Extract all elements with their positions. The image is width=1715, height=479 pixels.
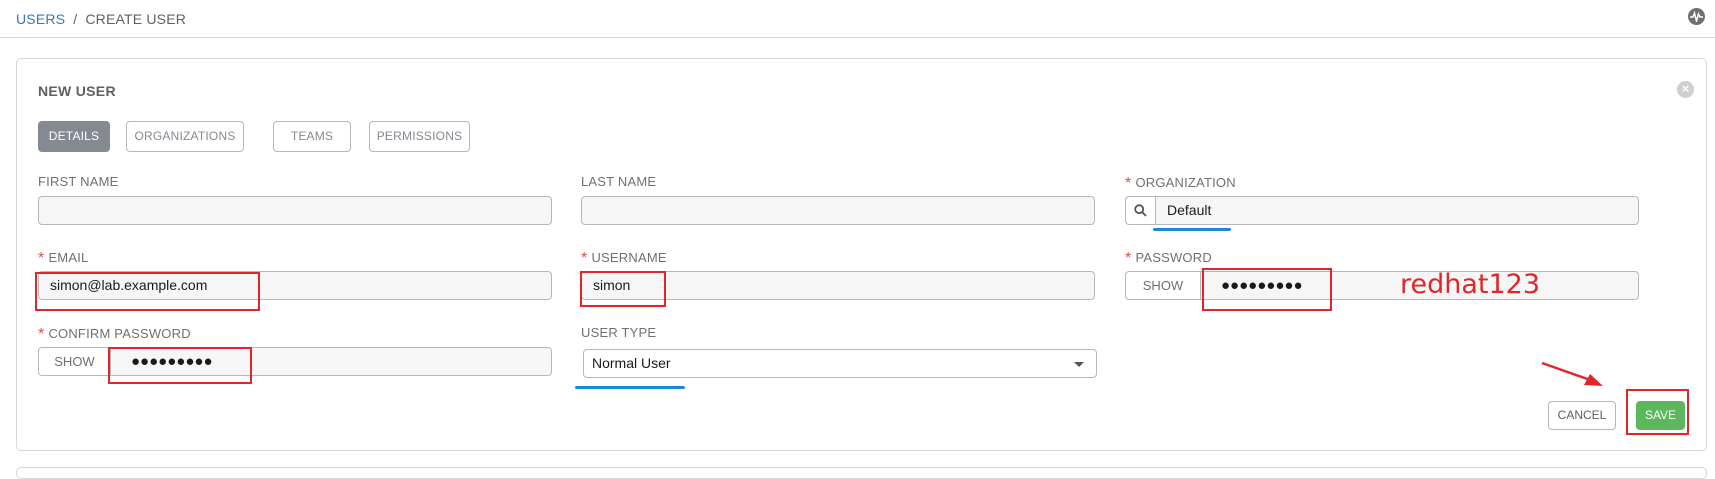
username-highlight-box — [580, 271, 666, 307]
organization-label: * ORGANIZATION — [1125, 174, 1236, 192]
confirm-password-highlight-box — [108, 347, 252, 384]
cancel-button[interactable]: CANCEL — [1548, 401, 1616, 430]
organization-lookup-button[interactable] — [1125, 196, 1155, 225]
email-label-text: EMAIL — [48, 250, 89, 265]
required-marker: * — [1125, 175, 1132, 192]
user-type-select[interactable]: Normal User — [583, 349, 1097, 378]
new-user-panel: NEW USER × DETAILS ORGANIZATIONS TEAMS P… — [16, 58, 1707, 451]
panel-title: NEW USER — [38, 83, 116, 99]
email-highlight-box — [35, 272, 260, 311]
tab-permissions[interactable]: PERMISSIONS — [369, 121, 470, 152]
breadcrumb-users-link[interactable]: USERS — [16, 11, 65, 27]
save-highlight-box — [1626, 389, 1689, 435]
password-label-text: PASSWORD — [1135, 250, 1212, 265]
confirm-password-label-text: CONFIRM PASSWORD — [48, 326, 191, 341]
username-label-text: USERNAME — [591, 250, 667, 265]
confirm-password-show-button[interactable]: SHOW — [38, 347, 110, 376]
password-label: * PASSWORD — [1125, 249, 1212, 267]
chevron-down-icon — [1074, 362, 1084, 367]
last-name-field[interactable] — [581, 196, 1095, 225]
required-marker: * — [1125, 250, 1132, 267]
last-name-label: LAST NAME — [581, 174, 657, 189]
tab-teams[interactable]: TEAMS — [273, 121, 351, 152]
user-type-underline — [575, 386, 685, 389]
breadcrumb-current: CREATE USER — [85, 11, 187, 27]
lower-panel-edge — [16, 467, 1707, 479]
user-type-label: USER TYPE — [581, 325, 657, 340]
organization-underline — [1153, 228, 1231, 231]
required-marker: * — [38, 250, 45, 267]
password-hint-annotation: redhat123 — [1400, 269, 1541, 300]
arrow-icon — [1541, 361, 1603, 386]
password-highlight-box — [1202, 268, 1332, 311]
top-bar: USERS / CREATE USER — [0, 0, 1715, 38]
organization-label-text: ORGANIZATION — [1135, 175, 1236, 190]
email-label: * EMAIL — [38, 249, 88, 267]
close-icon[interactable]: × — [1677, 81, 1694, 98]
activity-stream-icon[interactable] — [1688, 8, 1705, 25]
first-name-field[interactable] — [38, 196, 552, 225]
tab-organizations[interactable]: ORGANIZATIONS — [126, 121, 244, 152]
required-marker: * — [581, 250, 588, 267]
breadcrumb-separator: / — [73, 11, 78, 27]
required-marker: * — [38, 326, 45, 343]
confirm-password-label: * CONFIRM PASSWORD — [38, 325, 191, 343]
breadcrumb: USERS / CREATE USER — [16, 11, 186, 27]
organization-field[interactable]: Default — [1155, 196, 1639, 225]
search-icon — [1134, 204, 1147, 217]
user-type-value: Normal User — [592, 355, 671, 371]
tab-details[interactable]: DETAILS — [38, 121, 110, 152]
username-label: * USERNAME — [581, 249, 667, 267]
first-name-label: FIRST NAME — [38, 174, 119, 189]
password-show-button[interactable]: SHOW — [1125, 271, 1200, 300]
